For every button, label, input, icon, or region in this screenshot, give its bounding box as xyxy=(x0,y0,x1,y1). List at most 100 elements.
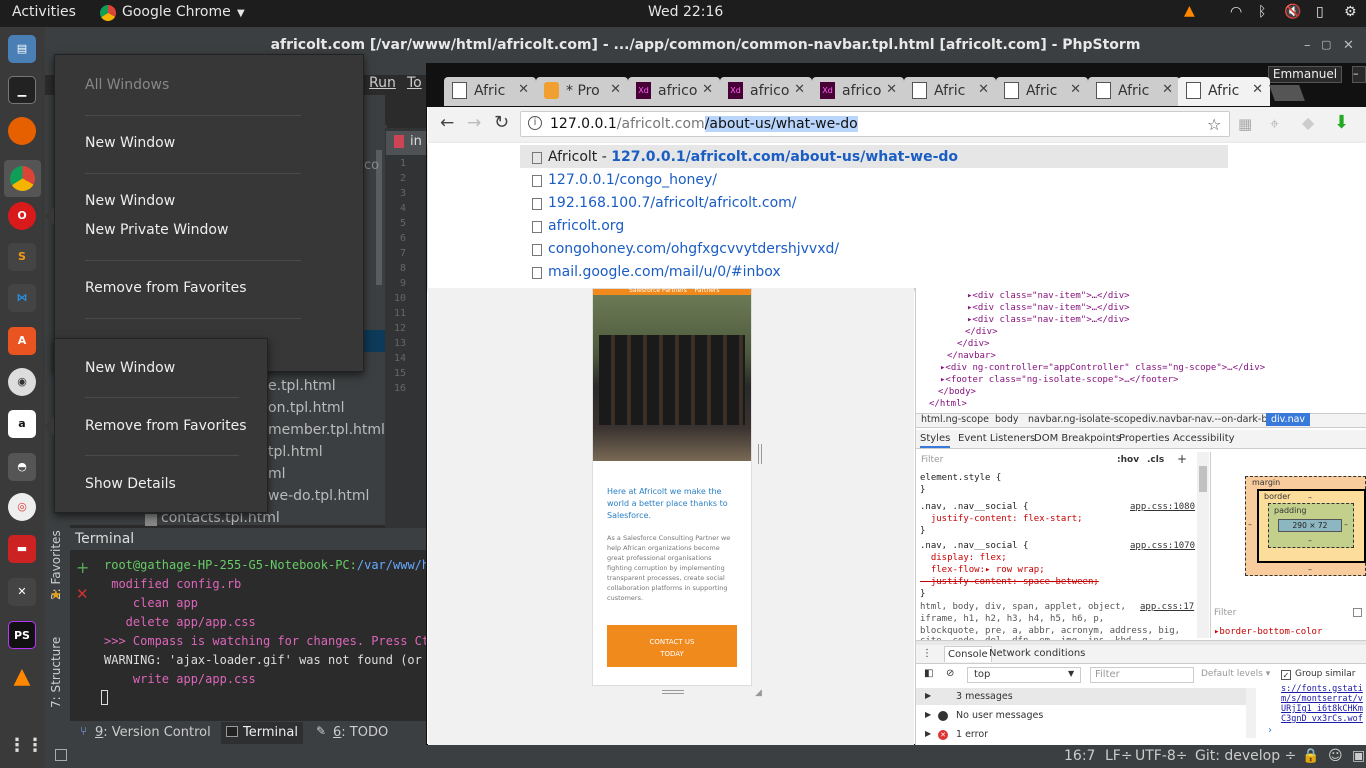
source-link[interactable]: app.css:1080 xyxy=(1130,502,1195,512)
computed-filter-input[interactable]: Filter xyxy=(1214,608,1236,618)
menu-run[interactable]: Run xyxy=(369,75,396,91)
remove-favorites-item[interactable]: Remove from Favorites xyxy=(85,280,247,296)
suggestion-item[interactable]: Africolt - 127.0.0.1/africolt.com/about-… xyxy=(548,149,958,165)
tab-dom-breakpoints[interactable]: DOM Breakpoints xyxy=(1034,433,1121,444)
clear-console-icon[interactable]: ⊘ xyxy=(946,668,954,679)
menu-tools[interactable]: To xyxy=(407,75,422,91)
console-scrollbar[interactable] xyxy=(1246,688,1256,738)
activities-button[interactable]: Activities xyxy=(12,4,76,20)
style-line[interactable]: flex-flow:▸ row wrap; xyxy=(920,565,1045,575)
file-item[interactable]: tpl.html xyxy=(268,444,323,460)
expand-icon[interactable]: ▶ xyxy=(925,729,931,738)
expand-icon[interactable]: ▶ xyxy=(925,710,931,719)
settings-icon[interactable]: ⚙ xyxy=(1344,4,1357,20)
chrome-icon[interactable] xyxy=(4,160,41,197)
files-icon[interactable]: ▤ xyxy=(8,35,36,63)
extension-icon[interactable]: ⌖ xyxy=(1270,114,1279,134)
tab-event-listeners[interactable]: Event Listeners xyxy=(958,433,1035,444)
browser-tab[interactable]: Xd africo ✕ xyxy=(720,77,812,106)
wifi-icon[interactable]: ◠ xyxy=(1230,4,1242,20)
browser-tab[interactable]: * Pro ✕ xyxy=(536,77,628,106)
close-tab-icon[interactable]: ✕ xyxy=(702,82,713,97)
file-item[interactable]: member.tpl.html xyxy=(268,422,385,438)
opera-icon[interactable]: O xyxy=(8,202,36,230)
log-levels-select[interactable]: Default levels ▾ xyxy=(1201,669,1270,679)
event-log-icon[interactable]: ▣ xyxy=(1352,748,1365,764)
browser-tab[interactable]: Afric ✕ xyxy=(904,77,996,106)
show-details-item[interactable]: Show Details xyxy=(85,476,176,492)
structure-tool-button[interactable]: 7: Structure xyxy=(49,637,63,708)
source-link[interactable]: app.css:17 xyxy=(1140,602,1194,612)
lock-icon[interactable]: 🔒 xyxy=(1302,748,1319,764)
suggestion-item[interactable]: 127.0.0.1/congo_honey/ xyxy=(548,172,717,188)
suggestion-item[interactable]: mail.google.com/mail/u/0/#inbox xyxy=(548,264,781,280)
close-button[interactable]: ✕ xyxy=(1343,38,1354,53)
app-menu[interactable]: Google Chrome xyxy=(122,4,231,20)
status-toggle-icon[interactable] xyxy=(55,749,67,761)
tools-icon[interactable]: ✕ xyxy=(8,578,36,606)
console-link[interactable]: C3gnD vx3rCs.wof xyxy=(1281,714,1363,724)
info-icon[interactable]: i xyxy=(528,116,542,130)
tab-properties[interactable]: Properties xyxy=(1119,433,1170,444)
tab-accessibility[interactable]: Accessibility xyxy=(1173,433,1235,444)
new-window-item[interactable]: New Window xyxy=(85,193,175,209)
new-private-window-item[interactable]: New Private Window xyxy=(85,222,228,238)
close-tab-icon[interactable]: ✕ xyxy=(518,82,529,97)
browser-tab[interactable]: Afric ✕ xyxy=(1088,77,1180,106)
dom-node[interactable]: ▸<div class="nav-item">…</div> xyxy=(967,291,1130,301)
browser-tab[interactable]: Afric ✕ xyxy=(996,77,1088,106)
software-center-icon[interactable]: A xyxy=(8,327,36,355)
file-item[interactable]: ml xyxy=(268,466,286,482)
breadcrumb-item[interactable]: body xyxy=(995,414,1019,425)
dom-node[interactable]: </navbar> xyxy=(947,351,996,361)
close-terminal-button[interactable]: ✕ xyxy=(76,585,89,603)
browser-tab[interactable]: Afric ✕ xyxy=(444,77,536,106)
expand-icon[interactable]: ▶ xyxy=(925,691,931,700)
computed-property[interactable]: ▸border-bottom-color xyxy=(1214,627,1322,637)
tab-console[interactable]: Console xyxy=(944,646,992,662)
extension-icon[interactable]: ◆ xyxy=(1302,113,1314,132)
user-messages[interactable]: No user messages xyxy=(956,710,1043,721)
resize-handle[interactable] xyxy=(758,444,762,464)
browser-tab[interactable]: Xd africo ✕ xyxy=(812,77,904,106)
messages-count[interactable]: 3 messages xyxy=(956,691,1013,702)
file-item[interactable]: we-do.tpl.html xyxy=(268,488,369,504)
styles-scrollbar[interactable] xyxy=(1197,452,1209,638)
apps-grid-icon[interactable]: ⋮⋮ xyxy=(8,732,44,760)
box-model-content[interactable]: 290 × 72 xyxy=(1278,519,1342,532)
profile-button[interactable]: Emmanuel xyxy=(1268,66,1342,83)
console-filter-input[interactable]: Filter xyxy=(1090,667,1194,683)
tab-terminal[interactable]: Terminal xyxy=(243,725,298,740)
dom-node[interactable]: ▸<footer class="ng-isolate-scope">…</foo… xyxy=(940,375,1178,385)
console-link[interactable]: URjIg1 i6t8kCHKm xyxy=(1281,704,1363,714)
breadcrumb-item[interactable]: div.navbar-nav.--on-dark-bg xyxy=(1142,414,1273,425)
clock[interactable]: Wed 22:16 xyxy=(648,4,723,20)
window-minimize[interactable]: – xyxy=(1352,66,1366,83)
new-tab-button[interactable] xyxy=(1269,85,1305,101)
new-window-item[interactable]: New Window xyxy=(85,135,175,151)
bluetooth-icon[interactable]: ᛒ xyxy=(1258,4,1266,20)
amazon-icon[interactable]: a xyxy=(8,410,36,438)
hov-toggle[interactable]: :hov xyxy=(1117,455,1139,465)
tab-styles[interactable]: Styles xyxy=(920,433,951,448)
context-selector[interactable]: top ▼ xyxy=(967,667,1081,683)
vlc-icon[interactable]: ▲ xyxy=(8,663,36,691)
vscode-icon[interactable]: ⋈ xyxy=(8,284,36,312)
console-prompt-icon[interactable]: › xyxy=(1268,725,1272,736)
reload-icon[interactable]: ↻ xyxy=(494,112,509,133)
close-tab-icon[interactable]: ✕ xyxy=(978,82,989,97)
browser-tab[interactable]: Xd africo ✕ xyxy=(628,77,720,106)
dom-node[interactable]: ▸<div class="nav-item">…</div> xyxy=(967,315,1130,325)
disk-icon[interactable]: ◉ xyxy=(8,368,36,396)
console-link[interactable]: s://fonts.gstati xyxy=(1281,684,1363,694)
bookmark-star-icon[interactable]: ☆ xyxy=(1207,115,1221,134)
extension-icon[interactable]: ▦ xyxy=(1238,115,1252,133)
close-tab-icon[interactable]: ✕ xyxy=(794,82,805,97)
breadcrumb-item-selected[interactable]: div.nav xyxy=(1266,413,1311,426)
volume-icon[interactable]: 🔇 xyxy=(1284,4,1301,20)
contact-us-button[interactable]: CONTACT US TODAY xyxy=(607,625,737,667)
style-line[interactable]: justify-content: flex-start; xyxy=(920,514,1083,524)
close-tab-icon[interactable]: ✕ xyxy=(886,82,897,97)
close-tab-icon[interactable]: ✕ xyxy=(1252,82,1263,97)
drawer-menu-icon[interactable]: ⋮ xyxy=(922,648,932,659)
